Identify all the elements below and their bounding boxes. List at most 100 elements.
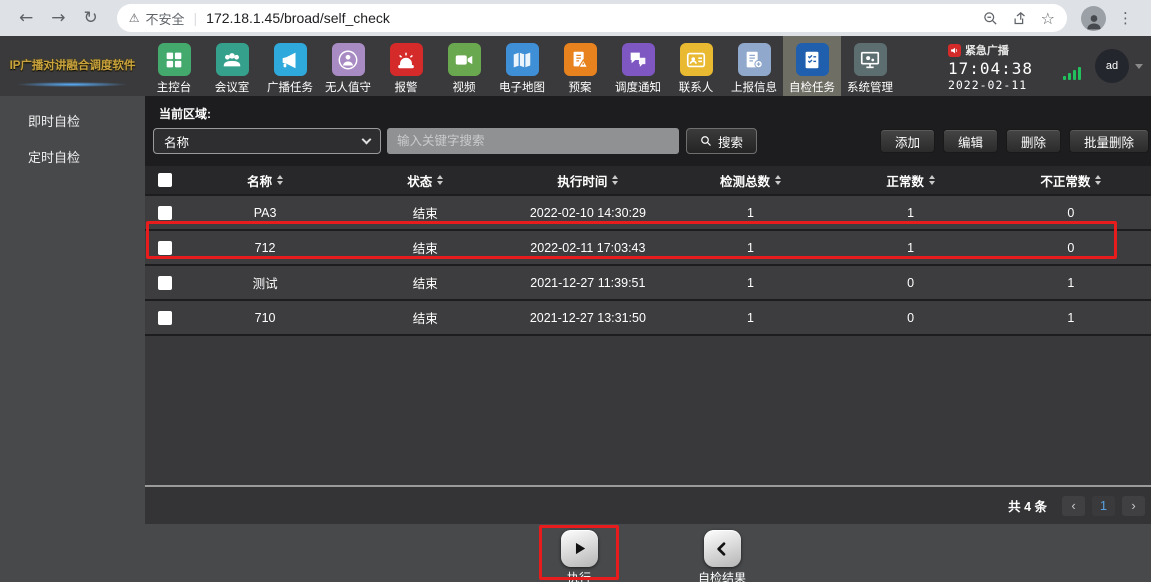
- cell-name: 710: [185, 301, 345, 334]
- filter-toolbar: 名称 搜索 添加 编辑 删除 批量删除: [145, 122, 1151, 160]
- sort-icon[interactable]: [929, 175, 935, 185]
- table-row[interactable]: PA3 结束 2022-02-10 14:30:29 1 1 0: [145, 196, 1151, 229]
- nav-label: 联系人: [679, 79, 714, 95]
- reload-icon[interactable]: ↻: [84, 8, 98, 28]
- sort-icon[interactable]: [277, 175, 283, 185]
- current-page-button[interactable]: 1: [1092, 496, 1115, 516]
- nav-item-console[interactable]: 主控台: [145, 36, 203, 96]
- forward-icon[interactable]: →: [51, 8, 65, 28]
- row-checkbox[interactable]: [158, 276, 172, 290]
- chevron-down-icon: [362, 135, 372, 145]
- table-row-highlighted[interactable]: 712 结束 2022-02-11 17:03:43 1 1 0: [145, 231, 1151, 264]
- row-checkbox[interactable]: [158, 311, 172, 325]
- browser-toolbar: ← → ↻ ⚠ 不安全 | 172.18.1.45/broad/self_che…: [0, 0, 1151, 36]
- zoom-out-icon[interactable]: [983, 11, 998, 26]
- browser-menu-icon[interactable]: ⋮: [1118, 9, 1133, 27]
- self-check-result-label: 自检结果: [698, 569, 746, 582]
- row-checkbox[interactable]: [158, 241, 172, 255]
- emergency-broadcast-label: 紧急广播: [965, 42, 1009, 58]
- nav-label: 自检任务: [789, 79, 835, 95]
- chevron-down-icon[interactable]: [1135, 64, 1143, 69]
- edit-button[interactable]: 编辑: [943, 129, 998, 153]
- batch-delete-button[interactable]: 批量删除: [1069, 129, 1149, 153]
- self-check-result-button[interactable]: 自检结果: [690, 530, 754, 582]
- emergency-broadcast-icon: [948, 44, 961, 57]
- nav-item-meeting-room[interactable]: 会议室: [203, 36, 261, 96]
- not-secure-label: 不安全: [146, 9, 185, 28]
- nav-item-video[interactable]: 视频: [435, 36, 493, 96]
- execute-button[interactable]: 执行: [547, 530, 611, 582]
- system-monitor-icon: [854, 43, 887, 76]
- cell-normal: 1: [831, 231, 991, 264]
- nav-item-self-check-task[interactable]: 自检任务: [783, 36, 841, 96]
- cell-normal: 0: [831, 301, 991, 334]
- delete-button[interactable]: 删除: [1006, 129, 1061, 153]
- nav-item-plan[interactable]: 预案: [551, 36, 609, 96]
- cell-total: 1: [670, 301, 830, 334]
- nav-item-system-mgmt[interactable]: 系统管理: [841, 36, 899, 96]
- address-bar[interactable]: ⚠ 不安全 | 172.18.1.45/broad/self_check ☆: [117, 4, 1067, 32]
- self-check-table: 名称 状态 执行时间 检测总数 正常数 不正常数 PA3 结束 2022-02-…: [145, 164, 1151, 336]
- filter-field-value: 名称: [164, 132, 189, 151]
- nav-item-unattended[interactable]: 无人值守: [319, 36, 377, 96]
- signal-bars-icon: [1063, 67, 1081, 80]
- nav-label: 报警: [395, 79, 418, 95]
- sidebar-item-scheduled-self-check[interactable]: 定时自检: [0, 138, 145, 174]
- share-icon[interactable]: [1012, 11, 1027, 26]
- bookmark-star-icon[interactable]: ☆: [1041, 9, 1055, 28]
- cell-status: 结束: [345, 301, 505, 334]
- camera-icon: [448, 43, 481, 76]
- column-header-normal: 正常数: [886, 171, 924, 190]
- cell-abnormal: 0: [991, 196, 1151, 229]
- table-header-row: 名称 状态 执行时间 检测总数 正常数 不正常数: [145, 166, 1151, 194]
- next-page-button[interactable]: ›: [1122, 496, 1145, 516]
- cell-status: 结束: [345, 231, 505, 264]
- row-checkbox[interactable]: [158, 206, 172, 220]
- megaphone-icon: [274, 43, 307, 76]
- prev-page-button[interactable]: ‹: [1062, 496, 1085, 516]
- nav-label: 无人值守: [325, 79, 371, 95]
- nav-label: 主控台: [157, 79, 192, 95]
- column-header-exec-time: 执行时间: [557, 171, 607, 190]
- column-header-total: 检测总数: [720, 171, 770, 190]
- table-row[interactable]: 测试 结束 2021-12-27 11:39:51 1 0 1: [145, 266, 1151, 299]
- sort-icon[interactable]: [437, 175, 443, 185]
- filter-field-select[interactable]: 名称: [153, 128, 381, 154]
- add-button[interactable]: 添加: [880, 129, 935, 153]
- column-header-status: 状态: [407, 171, 432, 190]
- alarm-icon: [390, 43, 423, 76]
- sort-icon[interactable]: [1095, 175, 1101, 185]
- user-avatar[interactable]: ad: [1095, 49, 1129, 83]
- play-icon: [561, 530, 598, 567]
- table-row[interactable]: 710 结束 2021-12-27 13:31:50 1 0 1: [145, 301, 1151, 334]
- nav-item-report-info[interactable]: 上报信息: [725, 36, 783, 96]
- cell-total: 1: [670, 266, 830, 299]
- search-button[interactable]: 搜索: [686, 128, 757, 154]
- search-input[interactable]: [387, 128, 679, 154]
- back-icon[interactable]: ←: [19, 8, 33, 28]
- app-title: IP广播对讲融合调度软件: [0, 57, 145, 73]
- cell-total: 1: [670, 231, 830, 264]
- sort-icon[interactable]: [612, 175, 618, 185]
- not-secure-warning-icon: ⚠: [129, 11, 140, 25]
- url-text[interactable]: 172.18.1.45/broad/self_check: [206, 10, 968, 26]
- browser-profile-avatar[interactable]: [1081, 6, 1106, 31]
- nav-item-alarm[interactable]: 报警: [377, 36, 435, 96]
- cell-name: 测试: [185, 266, 345, 299]
- nav-label: 电子地图: [499, 79, 545, 95]
- sidebar-item-instant-self-check[interactable]: 即时自检: [0, 102, 145, 138]
- nav-item-dispatch-notice[interactable]: 调度通知: [609, 36, 667, 96]
- cell-abnormal: 1: [991, 266, 1151, 299]
- app-topbar: IP广播对讲融合调度软件 主控台 会议室 广播任务 无人值守: [0, 36, 1151, 96]
- nav-item-broadcast-task[interactable]: 广播任务: [261, 36, 319, 96]
- search-icon: [700, 135, 712, 147]
- cell-abnormal: 0: [991, 231, 1151, 264]
- meeting-icon: [216, 43, 249, 76]
- nav-item-contacts[interactable]: 联系人: [667, 36, 725, 96]
- select-all-checkbox[interactable]: [158, 173, 172, 187]
- sort-icon[interactable]: [775, 175, 781, 185]
- doc-upload-icon: [738, 43, 771, 76]
- nav-item-emap[interactable]: 电子地图: [493, 36, 551, 96]
- cell-name: PA3: [185, 196, 345, 229]
- cell-exec-time: 2021-12-27 11:39:51: [505, 266, 670, 299]
